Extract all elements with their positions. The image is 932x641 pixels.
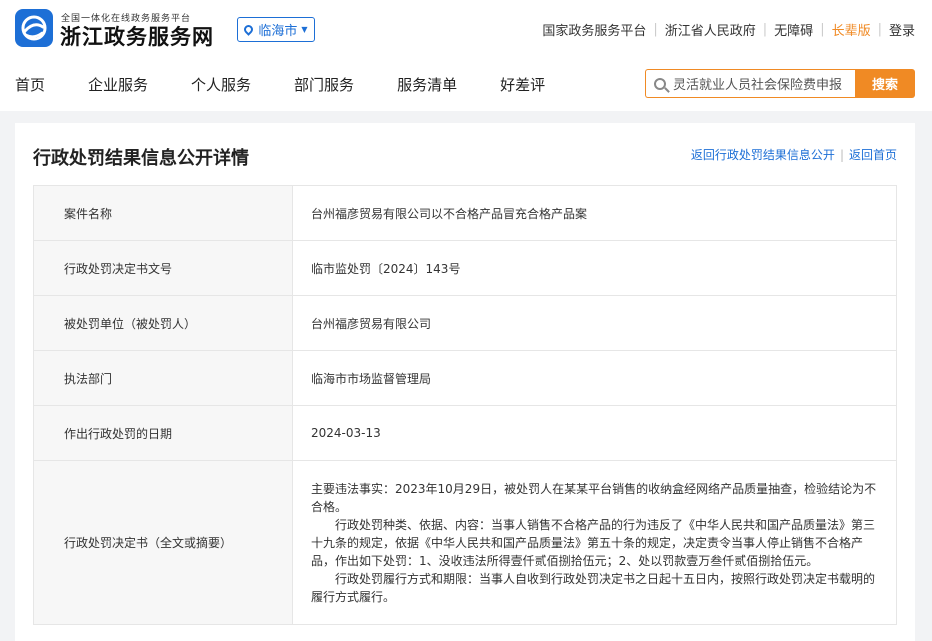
- field-label: 行政处罚决定书文号: [33, 240, 293, 296]
- divider: |: [762, 22, 768, 37]
- field-value: 临市监处罚〔2024〕143号: [292, 240, 897, 296]
- field-value: 临海市市场监督管理局: [292, 350, 897, 406]
- link-login[interactable]: 登录: [889, 20, 915, 39]
- link-elder-mode[interactable]: 长辈版: [832, 20, 871, 39]
- link-national-platform[interactable]: 国家政务服务平台: [542, 20, 646, 39]
- nav-home[interactable]: 首页: [15, 74, 45, 95]
- search-button[interactable]: 搜索: [855, 69, 915, 98]
- field-label: 行政处罚决定书（全文或摘要）: [33, 460, 293, 625]
- back-to-home-link[interactable]: 返回首页: [849, 148, 897, 162]
- field-label: 作出行政处罚的日期: [33, 405, 293, 461]
- table-row: 作出行政处罚的日期 2024-03-13: [33, 405, 897, 461]
- decision-paragraph: 主要违法事实：2023年10月29日，被处罚人在某某平台销售的收纳盒经网络产品质…: [311, 481, 877, 514]
- table-row: 行政处罚决定书（全文或摘要） 主要违法事实：2023年10月29日，被处罚人在某…: [33, 460, 897, 625]
- table-row: 行政处罚决定书文号 临市监处罚〔2024〕143号: [33, 240, 897, 296]
- top-links: 国家政务服务平台 | 浙江省人民政府 | 无障碍 | 长辈版 | 登录: [542, 20, 915, 39]
- decision-paragraph: 行政处罚种类、依据、内容：当事人销售不合格产品的行为违反了《中华人民共和国产品质…: [311, 517, 876, 568]
- decision-text: 主要违法事实：2023年10月29日，被处罚人在某某平台销售的收纳盒经网络产品质…: [292, 460, 897, 625]
- nav-service-list[interactable]: 服务清单: [397, 74, 457, 95]
- card-links: 返回行政处罚结果信息公开 | 返回首页: [691, 146, 897, 163]
- table-row: 被处罚单位（被处罚人） 台州福彦贸易有限公司: [33, 295, 897, 351]
- divider: |: [839, 148, 844, 162]
- location-pin-icon: [242, 23, 256, 36]
- detail-table: 案件名称 台州福彦贸易有限公司以不合格产品冒充合格产品案 行政处罚决定书文号 临…: [33, 185, 897, 625]
- divider: |: [820, 22, 825, 37]
- caret-down-icon: ▼: [301, 25, 308, 34]
- city-selector[interactable]: 临海市 ▼: [237, 17, 315, 42]
- field-label: 被处罚单位（被处罚人）: [33, 295, 293, 351]
- divider: |: [653, 22, 658, 37]
- city-name: 临海市: [258, 24, 298, 39]
- table-row: 案件名称 台州福彦贸易有限公司以不合格产品冒充合格产品案: [33, 185, 897, 241]
- zhejiang-logo-icon[interactable]: [15, 9, 53, 47]
- page-title: 行政处罚结果信息公开详情: [33, 148, 249, 169]
- nav-enterprise-services[interactable]: 企业服务: [88, 74, 148, 95]
- nav-department-services[interactable]: 部门服务: [294, 74, 354, 95]
- nav-personal-services[interactable]: 个人服务: [191, 74, 251, 95]
- link-accessibility[interactable]: 无障碍: [774, 20, 813, 39]
- decision-paragraph: 行政处罚履行方式和期限：当事人自收到行政处罚决定书之日起十五日内，按照行政处罚决…: [311, 571, 876, 604]
- back-to-list-link[interactable]: 返回行政处罚结果信息公开: [691, 148, 835, 162]
- top-header: 全国一体化在线政务服务平台 浙江政务服务网 临海市 ▼ 国家政务服务平台 | 浙…: [0, 0, 932, 111]
- main-nav: 首页 企业服务 个人服务 部门服务 服务清单 好差评: [15, 74, 588, 95]
- search-box: [645, 69, 855, 98]
- search-input[interactable]: [673, 76, 853, 91]
- detail-card: 行政处罚结果信息公开详情 返回行政处罚结果信息公开 | 返回首页 案件名称 台州福彦…: [15, 123, 915, 641]
- brand-title[interactable]: 浙江政务服务网: [60, 21, 214, 51]
- field-value: 台州福彦贸易有限公司以不合格产品冒充合格产品案: [292, 185, 897, 241]
- link-provincial-government[interactable]: 浙江省人民政府: [665, 20, 756, 39]
- table-row: 执法部门 临海市市场监督管理局: [33, 350, 897, 406]
- search-icon: [654, 77, 666, 90]
- field-label: 执法部门: [33, 350, 293, 406]
- field-label: 案件名称: [33, 185, 293, 241]
- divider: |: [877, 22, 882, 37]
- nav-service-rating[interactable]: 好差评: [500, 74, 545, 95]
- field-value: 台州福彦贸易有限公司: [292, 295, 897, 351]
- field-value: 2024-03-13: [292, 405, 897, 461]
